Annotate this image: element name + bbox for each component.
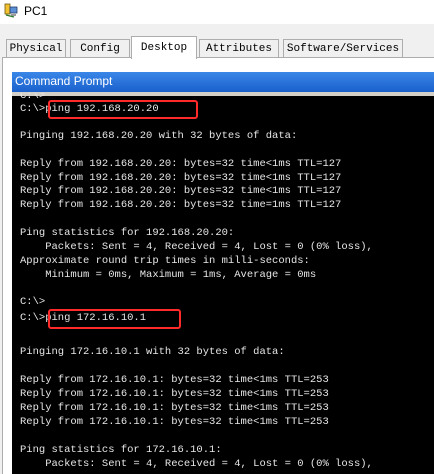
tab-software-services[interactable]: Software/Services: [283, 39, 403, 57]
tab-attributes[interactable]: Attributes: [199, 39, 279, 57]
window-title: PC1: [24, 4, 48, 18]
window-titlebar[interactable]: PC1: [0, 0, 434, 24]
terminal-line: Approximate round trip times in milli-se…: [20, 255, 310, 267]
terminal-line: Pinging 192.168.20.20 with 32 bytes of d…: [20, 130, 298, 142]
tab-desktop[interactable]: Desktop: [131, 36, 197, 59]
terminal-line: C:\>: [20, 296, 46, 308]
terminal-line: Reply from 172.16.10.1: bytes=32 time<1m…: [20, 402, 329, 414]
terminal-line: Packets: Sent = 4, Received = 4, Lost = …: [20, 458, 373, 470]
terminal-line: Reply from 172.16.10.1: bytes=32 time<1m…: [20, 388, 329, 400]
terminal-line: Reply from 192.168.20.20: bytes=32 time<…: [20, 185, 342, 197]
terminal-line: Pinging 172.16.10.1 with 32 bytes of dat…: [20, 346, 285, 358]
terminal-line: Ping statistics for 172.16.10.1:: [20, 444, 222, 456]
tab-config[interactable]: Config: [70, 39, 130, 57]
pc-device-icon: [4, 3, 18, 18]
terminal-line: Reply from 172.16.10.1: bytes=32 time<1m…: [20, 416, 329, 428]
terminal-line: Minimum = 0ms, Maximum = 1ms, Average = …: [20, 269, 317, 281]
ping-command-highlight: [48, 100, 198, 119]
pc1-window: PC1 Physical Config Desktop Attributes S…: [0, 0, 434, 474]
command-prompt-title: Command Prompt: [15, 74, 113, 88]
terminal-line: C:\>: [20, 93, 46, 102]
terminal-line: Reply from 192.168.20.20: bytes=32 time<…: [20, 158, 342, 170]
tab-bar: Physical Config Desktop Attributes Softw…: [0, 24, 434, 59]
tab-physical[interactable]: Physical: [6, 39, 66, 57]
terminal-line: Ping statistics for 192.168.20.20:: [20, 227, 235, 239]
ping-command-highlight: [48, 309, 181, 329]
command-prompt-window: Command Prompt C:\> C:\>ping 192.168.20.…: [12, 72, 434, 474]
terminal-line: Reply from 172.16.10.1: bytes=32 time<1m…: [20, 374, 329, 386]
terminal-line: Packets: Sent = 4, Received = 4, Lost = …: [20, 241, 373, 253]
command-prompt-titlebar[interactable]: Command Prompt: [12, 72, 434, 92]
terminal-line: Reply from 192.168.20.20: bytes=32 time<…: [20, 172, 342, 184]
terminal-line: Reply from 192.168.20.20: bytes=32 time=…: [20, 199, 342, 211]
terminal-output[interactable]: C:\> C:\>ping 192.168.20.20 Pinging 192.…: [20, 93, 434, 474]
